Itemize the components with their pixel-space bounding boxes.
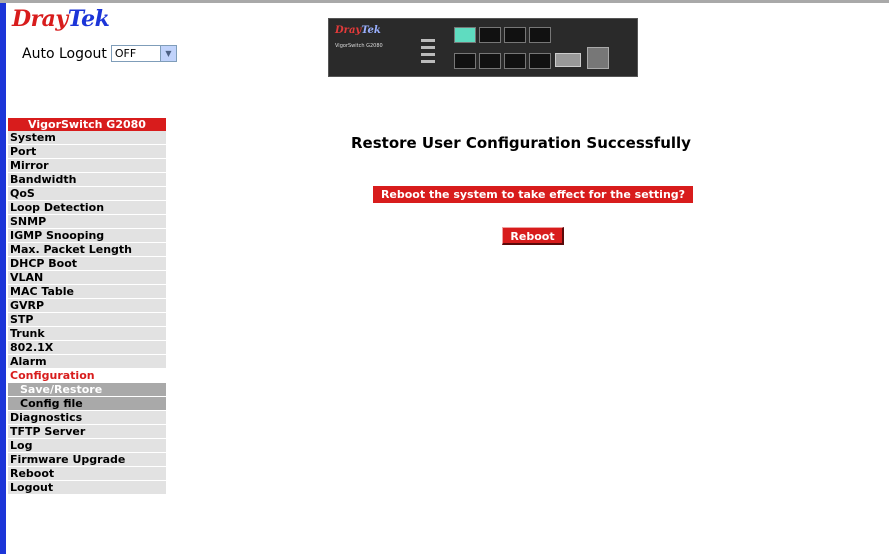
sidebar-item-bandwidth[interactable]: Bandwidth	[8, 173, 166, 187]
sidebar-item-max-packet-length[interactable]: Max. Packet Length	[8, 243, 166, 257]
sidebar-item-8021x[interactable]: 802.1X	[8, 341, 166, 355]
sidebar-item-diagnostics[interactable]: Diagnostics	[8, 411, 166, 425]
device-port	[454, 53, 476, 69]
device-port	[479, 27, 501, 43]
sidebar-item-logout[interactable]: Logout	[8, 481, 166, 495]
device-led	[421, 46, 435, 49]
sidebar-item-alarm[interactable]: Alarm	[8, 355, 166, 369]
sidebar-item-log[interactable]: Log	[8, 439, 166, 453]
device-model: VigorSwitch G2080	[335, 43, 383, 49]
sidebar-menu: VigorSwitch G2080 System Port Mirror Ban…	[8, 118, 166, 495]
device-port	[529, 53, 551, 69]
chevron-down-icon[interactable]: ▼	[159, 46, 176, 61]
reboot-prompt: Reboot the system to take effect for the…	[373, 186, 693, 203]
page-title: Restore User Configuration Successfully	[351, 134, 691, 152]
auto-logout-select[interactable]: OFF ▼	[110, 45, 177, 62]
device-port	[479, 53, 501, 69]
device-led	[421, 60, 435, 63]
device-port	[454, 27, 476, 43]
sidebar-item-igmp-snooping[interactable]: IGMP Snooping	[8, 229, 166, 243]
device-sfp-port	[587, 47, 609, 69]
auto-logout-label: Auto Logout	[22, 45, 107, 62]
sidebar-subitem-config-file[interactable]: Config file	[8, 397, 166, 411]
device-leds	[421, 39, 435, 67]
device-logo-tek: Tek	[361, 25, 381, 36]
reboot-button[interactable]: Reboot	[502, 227, 564, 245]
sidebar-item-mirror[interactable]: Mirror	[8, 159, 166, 173]
sidebar-item-configuration[interactable]: Configuration	[8, 369, 166, 383]
device-logo-dray: Dray	[335, 25, 362, 36]
device-led	[421, 53, 435, 56]
draytek-logo: DrayTek	[12, 6, 110, 32]
sidebar-item-qos[interactable]: QoS	[8, 187, 166, 201]
menu-title: VigorSwitch G2080	[8, 118, 166, 131]
auto-logout: Auto Logout OFF ▼	[22, 45, 177, 62]
sidebar-item-snmp[interactable]: SNMP	[8, 215, 166, 229]
device-sfp-port	[555, 53, 581, 67]
device-front-panel-image: DrayTek VigorSwitch G2080	[328, 18, 638, 77]
logo-part-tek: Tek	[67, 6, 110, 32]
sidebar-item-mac-table[interactable]: MAC Table	[8, 285, 166, 299]
auto-logout-value: OFF	[114, 47, 137, 60]
device-logo: DrayTek	[335, 25, 381, 36]
sidebar-item-stp[interactable]: STP	[8, 313, 166, 327]
sidebar-item-loop-detection[interactable]: Loop Detection	[8, 201, 166, 215]
device-port	[504, 27, 526, 43]
sidebar-item-gvrp[interactable]: GVRP	[8, 299, 166, 313]
sidebar-item-trunk[interactable]: Trunk	[8, 327, 166, 341]
sidebar-item-dhcp-boot[interactable]: DHCP Boot	[8, 257, 166, 271]
sidebar-item-vlan[interactable]: VLAN	[8, 271, 166, 285]
sidebar-item-reboot[interactable]: Reboot	[8, 467, 166, 481]
device-port	[529, 27, 551, 43]
sidebar-item-firmware-upgrade[interactable]: Firmware Upgrade	[8, 453, 166, 467]
device-led	[421, 39, 435, 42]
sidebar-item-tftp-server[interactable]: TFTP Server	[8, 425, 166, 439]
logo-part-dray: Dray	[12, 6, 68, 32]
sidebar-subitem-save-restore[interactable]: Save/Restore	[8, 383, 166, 397]
device-port	[504, 53, 526, 69]
